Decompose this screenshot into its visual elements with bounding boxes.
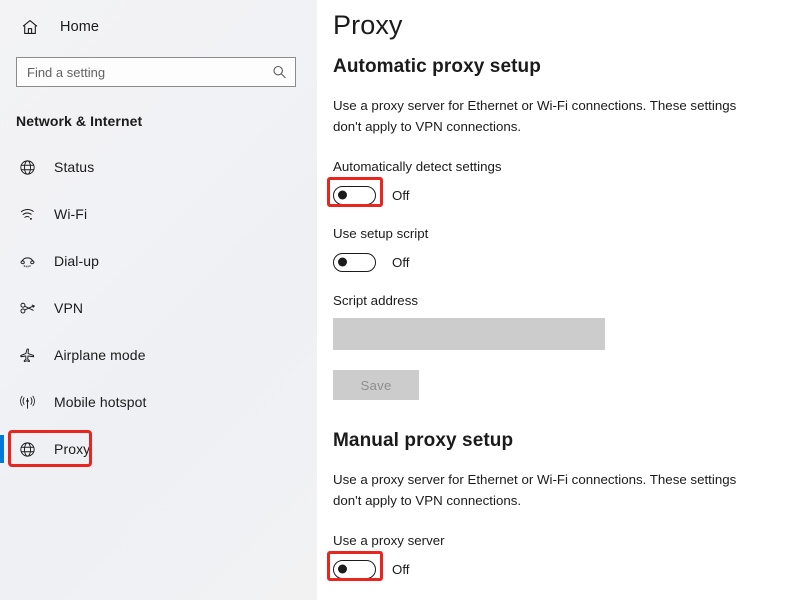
airplane-icon <box>16 344 38 366</box>
globe-icon <box>16 438 38 460</box>
sidebar-item-mobile-hotspot[interactable]: Mobile hotspot <box>0 382 317 422</box>
toggle-knob <box>338 190 347 200</box>
sidebar-item-label: Wi-Fi <box>54 206 88 222</box>
category-title: Network & Internet <box>16 113 143 129</box>
use-proxy-server-toggle-row: Off <box>327 551 794 582</box>
sidebar-item-status[interactable]: Status <box>0 147 317 187</box>
sidebar-item-label: Dial-up <box>54 253 100 269</box>
sidebar-nav: Status Wi-Fi Dial-up VPN Airplane mode M… <box>0 147 317 469</box>
hotspot-icon <box>16 391 38 413</box>
sidebar-item-dialup[interactable]: Dial-up <box>0 241 317 281</box>
search-box[interactable] <box>16 57 296 87</box>
auto-detect-state: Off <box>392 187 410 203</box>
automatic-proxy-description: Use a proxy server for Ethernet or Wi-Fi… <box>333 98 737 134</box>
sidebar: Home Network & Internet <box>0 0 317 600</box>
main-content: Proxy Automatic proxy setup Use a proxy … <box>317 0 794 600</box>
globe-icon <box>16 156 38 178</box>
sidebar-item-label: Airplane mode <box>54 347 146 363</box>
use-proxy-server-label: Use a proxy server <box>333 533 445 548</box>
sidebar-item-airplane-mode[interactable]: Airplane mode <box>0 335 317 375</box>
wifi-icon <box>16 203 38 225</box>
phone-handset-icon <box>16 250 38 272</box>
sidebar-item-vpn[interactable]: VPN <box>0 288 317 328</box>
search-icon[interactable] <box>272 65 287 80</box>
script-address-label: Script address <box>333 293 418 308</box>
sidebar-item-wifi[interactable]: Wi-Fi <box>0 194 317 234</box>
setup-script-toggle-row: Off <box>333 249 794 275</box>
manual-proxy-setup-heading: Manual proxy setup <box>333 430 514 451</box>
home-nav-item[interactable]: Home <box>0 12 317 42</box>
sidebar-item-label: Proxy <box>54 441 91 457</box>
toggle-knob <box>338 257 347 267</box>
auto-detect-toggle[interactable] <box>333 185 376 205</box>
automatic-proxy-setup-heading: Automatic proxy setup <box>333 56 541 77</box>
script-address-input[interactable] <box>333 318 605 350</box>
vpn-key-icon <box>16 297 38 319</box>
home-label: Home <box>60 19 100 35</box>
save-button[interactable]: Save <box>333 370 419 400</box>
sidebar-item-proxy[interactable]: Proxy <box>0 429 317 469</box>
auto-detect-toggle-row: Off <box>327 177 794 208</box>
manual-proxy-description: Use a proxy server for Ethernet or Wi-Fi… <box>333 472 737 508</box>
home-icon <box>20 17 40 37</box>
setup-script-state: Off <box>392 254 410 270</box>
use-proxy-server-toggle[interactable] <box>333 559 376 579</box>
sidebar-item-label: VPN <box>54 300 84 316</box>
sidebar-item-label: Mobile hotspot <box>54 394 147 410</box>
auto-detect-label: Automatically detect settings <box>333 159 502 174</box>
sidebar-item-label: Status <box>54 159 95 175</box>
settings-window: Home Network & Internet <box>0 0 794 600</box>
use-proxy-server-state: Off <box>392 561 410 577</box>
setup-script-toggle[interactable] <box>333 252 376 272</box>
setup-script-label: Use setup script <box>333 226 429 241</box>
page-title: Proxy <box>333 10 403 40</box>
toggle-knob <box>338 564 347 574</box>
search-input[interactable] <box>17 58 295 86</box>
